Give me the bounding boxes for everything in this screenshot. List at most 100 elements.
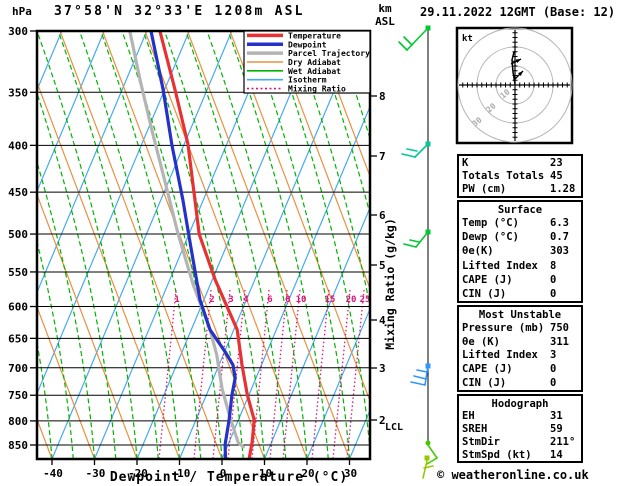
station-title: 37°58'N 32°33'E 1208m ASL bbox=[54, 4, 305, 19]
mixing-ratio-value-label: 4 bbox=[243, 295, 249, 305]
table-row: Lifted Index 3 bbox=[459, 349, 581, 363]
wind-barb-feather bbox=[406, 148, 418, 152]
legend-label: Parcel Trajectory bbox=[288, 48, 370, 58]
row-value: 59 bbox=[550, 423, 563, 436]
mixing-ratio-line bbox=[251, 289, 270, 459]
mixing-ratio-axis-title: Mixing Ratio (g/kg) bbox=[383, 218, 397, 350]
row-value: 0 bbox=[550, 287, 557, 300]
altitude-tick-label: 3 bbox=[379, 362, 386, 375]
pressure-tick-label: 700 bbox=[8, 362, 28, 375]
table-row: CAPE (J) 0 bbox=[459, 273, 581, 287]
row-value: 0 bbox=[550, 273, 557, 286]
row-label: θe (K) bbox=[462, 335, 500, 348]
altitude-tick-label: 8 bbox=[379, 90, 386, 103]
run-datetime: 29.11.2022 12GMT (Base: 12) bbox=[420, 5, 616, 19]
asl-unit: ASL bbox=[375, 15, 395, 28]
pressure-tick-label: 500 bbox=[8, 228, 28, 241]
mixing-ratio-line bbox=[269, 289, 288, 459]
mixing-ratio-value-label: 10 bbox=[296, 295, 307, 305]
row-value: 0 bbox=[550, 377, 557, 390]
row-label: Dewp (°C) bbox=[462, 231, 519, 244]
row-value: 14 bbox=[550, 448, 563, 461]
pressure-axis-unit: hPa bbox=[12, 5, 32, 18]
row-label: Totals Totals bbox=[462, 169, 545, 182]
legend-label: Dry Adiabat bbox=[288, 57, 341, 67]
hodograph-unit-label: kt bbox=[462, 34, 473, 44]
wind-barb-feather bbox=[416, 369, 428, 373]
row-label: StmSpd (kt) bbox=[462, 448, 532, 461]
row-value: 45 bbox=[550, 169, 563, 182]
table-row: CIN (J) 0 bbox=[459, 287, 581, 301]
row-value: 8 bbox=[550, 259, 557, 272]
wind-barb-feather bbox=[398, 41, 408, 51]
table-row: θe(K) 303 bbox=[459, 244, 581, 258]
table-row: StmDir 211° bbox=[459, 436, 581, 449]
mixing-ratio-value-label: 15 bbox=[325, 295, 336, 305]
row-value: 31 bbox=[550, 410, 563, 423]
table-row: Lifted Index 8 bbox=[459, 259, 581, 273]
row-value: 303 bbox=[550, 245, 569, 258]
legend-label: Mixing Ratio bbox=[288, 84, 346, 94]
row-label: PW (cm) bbox=[462, 183, 507, 196]
table-row: K 23 bbox=[459, 156, 581, 169]
row-value: 23 bbox=[550, 156, 563, 169]
table-section-title: Hodograph bbox=[491, 398, 549, 410]
mixing-ratio-value-label: 8 bbox=[285, 295, 290, 305]
pressure-tick-label: 400 bbox=[8, 139, 28, 152]
table-row: EH 31 bbox=[459, 410, 581, 423]
legend-label: Temperature bbox=[288, 31, 341, 40]
skewt-sounding-app: 1 2 3 4 6 8 10 15 20 25 300 350 400 450 500 550 600 650 70… bbox=[0, 0, 629, 486]
wind-barb bbox=[422, 460, 428, 479]
row-value: 6.3 bbox=[550, 217, 569, 230]
lcl-label: LCL bbox=[385, 422, 403, 433]
pressure-tick-label: 300 bbox=[8, 25, 28, 38]
mixing-ratio-value-label: 1 bbox=[174, 295, 179, 305]
wind-barb-feather bbox=[401, 153, 416, 158]
wind-barb bbox=[426, 444, 439, 465]
table-row: SREH 59 bbox=[459, 423, 581, 436]
mixing-ratio-value-label: 2 bbox=[209, 295, 214, 305]
legend-label: Isotherm bbox=[288, 76, 327, 85]
table-row: Temp (°C) 6.3 bbox=[459, 216, 581, 230]
x-axis-title: Dewpoint / Temperature (°C) bbox=[110, 470, 348, 485]
wind-barb bbox=[415, 231, 429, 248]
table-row: Dewp (°C) 0.7 bbox=[459, 230, 581, 244]
pressure-tick-label: 600 bbox=[8, 301, 28, 314]
row-label: θe(K) bbox=[462, 245, 494, 258]
hodograph-table: Hodograph EH 31 SREH 59 StmDir 211° StmSpd … bbox=[457, 394, 583, 463]
altitude-axis-unit: km ASL bbox=[368, 2, 402, 28]
table-row: Totals Totals 45 bbox=[459, 169, 581, 182]
temperature-tick-label: -30 bbox=[86, 467, 106, 480]
row-label: CAPE (J) bbox=[462, 363, 513, 376]
row-value: 0 bbox=[550, 363, 557, 376]
wind-barb-feather bbox=[410, 381, 426, 386]
legend-label: Dewpoint bbox=[288, 39, 327, 49]
row-value: 3 bbox=[550, 349, 557, 362]
table-row: Pressure (mb) 750 bbox=[459, 321, 581, 335]
row-label: CIN (J) bbox=[462, 287, 507, 300]
mixing-ratio-value-label: 3 bbox=[228, 295, 233, 305]
row-value: 0.7 bbox=[550, 231, 569, 244]
wind-barb-feather bbox=[403, 36, 413, 46]
row-label: SREH bbox=[462, 423, 488, 436]
table-row: PW (cm) 1.28 bbox=[459, 183, 581, 196]
mixing-ratio-value-label: 20 bbox=[346, 295, 357, 305]
table-section-title: Most Unstable bbox=[478, 309, 562, 321]
mixing-ratio-value-label: 6 bbox=[267, 295, 272, 305]
row-label: Pressure (mb) bbox=[462, 321, 545, 334]
row-label: Lifted Index bbox=[462, 349, 538, 362]
most-unstable-table: Most Unstable Pressure (mb) 750 θe (K) 311… bbox=[457, 305, 583, 392]
wind-barb-feather bbox=[413, 375, 427, 380]
wind-barb-feather bbox=[409, 239, 420, 243]
pressure-tick-label: 800 bbox=[8, 415, 28, 428]
pressure-tick-label: 550 bbox=[8, 266, 28, 279]
table-row: StmSpd (kt) 14 bbox=[459, 448, 581, 461]
copyright-note: © weatheronline.co.uk bbox=[437, 468, 589, 482]
pressure-tick-label: 750 bbox=[8, 389, 28, 402]
table-section-title: Surface bbox=[497, 204, 543, 216]
row-label: Temp (°C) bbox=[462, 217, 519, 230]
wind-barb-feather bbox=[403, 243, 417, 248]
wind-barb bbox=[406, 27, 429, 51]
row-label: CIN (J) bbox=[462, 377, 507, 390]
row-value: 311 bbox=[550, 335, 569, 348]
